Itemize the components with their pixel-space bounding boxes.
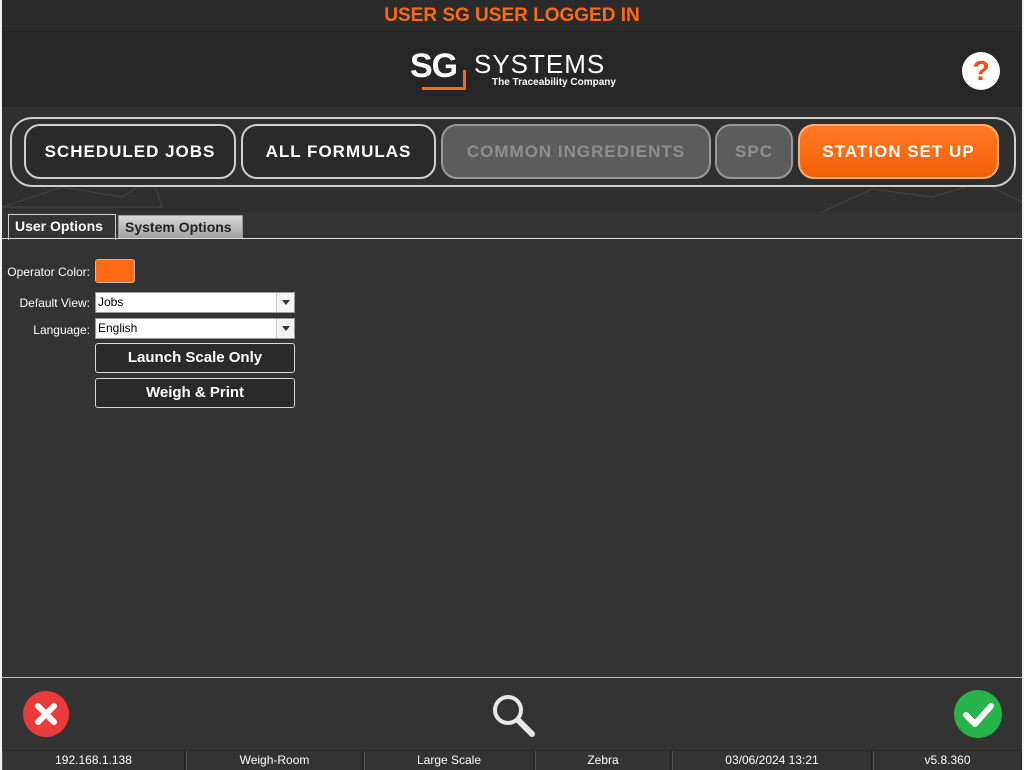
nav-scheduled-jobs[interactable]: SCHEDULED JOBS	[24, 124, 236, 179]
status-version: v5.8.360	[873, 751, 1022, 770]
main-navigation: SCHEDULED JOBS ALL FORMULAS COMMON INGRE…	[2, 107, 1022, 212]
language-select[interactable]: English	[95, 318, 295, 339]
status-datetime: 03/06/2024 13:21	[672, 751, 872, 770]
tabs-divider	[2, 238, 1022, 239]
operator-color-picker[interactable]	[95, 259, 135, 283]
nav-station-set-up[interactable]: STATION SET UP	[798, 124, 999, 179]
chevron-down-icon[interactable]	[276, 293, 294, 312]
app-window: USER SG USER LOGGED IN SG SYSTEMS The Tr…	[2, 0, 1022, 770]
chevron-down-icon[interactable]	[276, 319, 294, 338]
cancel-button[interactable]	[23, 691, 69, 737]
launch-scale-only-button[interactable]: Launch Scale Only	[95, 343, 295, 373]
logo-name: SYSTEMS	[474, 49, 606, 79]
status-bar: 192.168.1.138 Weigh-Room Large Scale Zeb…	[2, 750, 1022, 770]
nav-spc[interactable]: SPC	[715, 124, 793, 179]
close-icon	[35, 703, 57, 725]
operator-color-label: Operator Color:	[7, 265, 90, 279]
tab-system-options[interactable]: System Options	[118, 215, 243, 239]
search-icon	[493, 695, 535, 737]
toolbar-divider	[2, 677, 1022, 678]
default-view-value: Jobs	[98, 295, 124, 309]
status-scale: Large Scale	[364, 751, 534, 770]
language-value: English	[98, 321, 138, 335]
nav-common-ingredients[interactable]: COMMON INGREDIENTS	[441, 124, 711, 179]
confirm-button[interactable]	[954, 690, 1002, 738]
login-status-banner: USER SG USER LOGGED IN	[2, 0, 1022, 31]
status-location: Weigh-Room	[186, 751, 363, 770]
weigh-and-print-button[interactable]: Weigh & Print	[95, 378, 295, 408]
tab-user-options[interactable]: User Options	[8, 214, 116, 240]
default-view-select[interactable]: Jobs	[95, 292, 295, 313]
status-printer: Zebra	[535, 751, 671, 770]
search-button[interactable]	[489, 691, 537, 739]
sg-systems-logo: SG SYSTEMS The Traceability Company	[410, 48, 620, 92]
logo-tagline: The Traceability Company	[492, 77, 616, 88]
header: SG SYSTEMS The Traceability Company ?	[2, 31, 1022, 107]
language-label: Language:	[33, 323, 90, 337]
nav-all-formulas[interactable]: ALL FORMULAS	[241, 124, 436, 179]
status-ip-address: 192.168.1.138	[2, 751, 185, 770]
check-icon	[963, 703, 994, 727]
logo-bracket	[422, 70, 466, 90]
help-button[interactable]: ?	[962, 52, 1000, 90]
default-view-label: Default View:	[19, 296, 90, 310]
help-icon: ?	[972, 55, 990, 86]
